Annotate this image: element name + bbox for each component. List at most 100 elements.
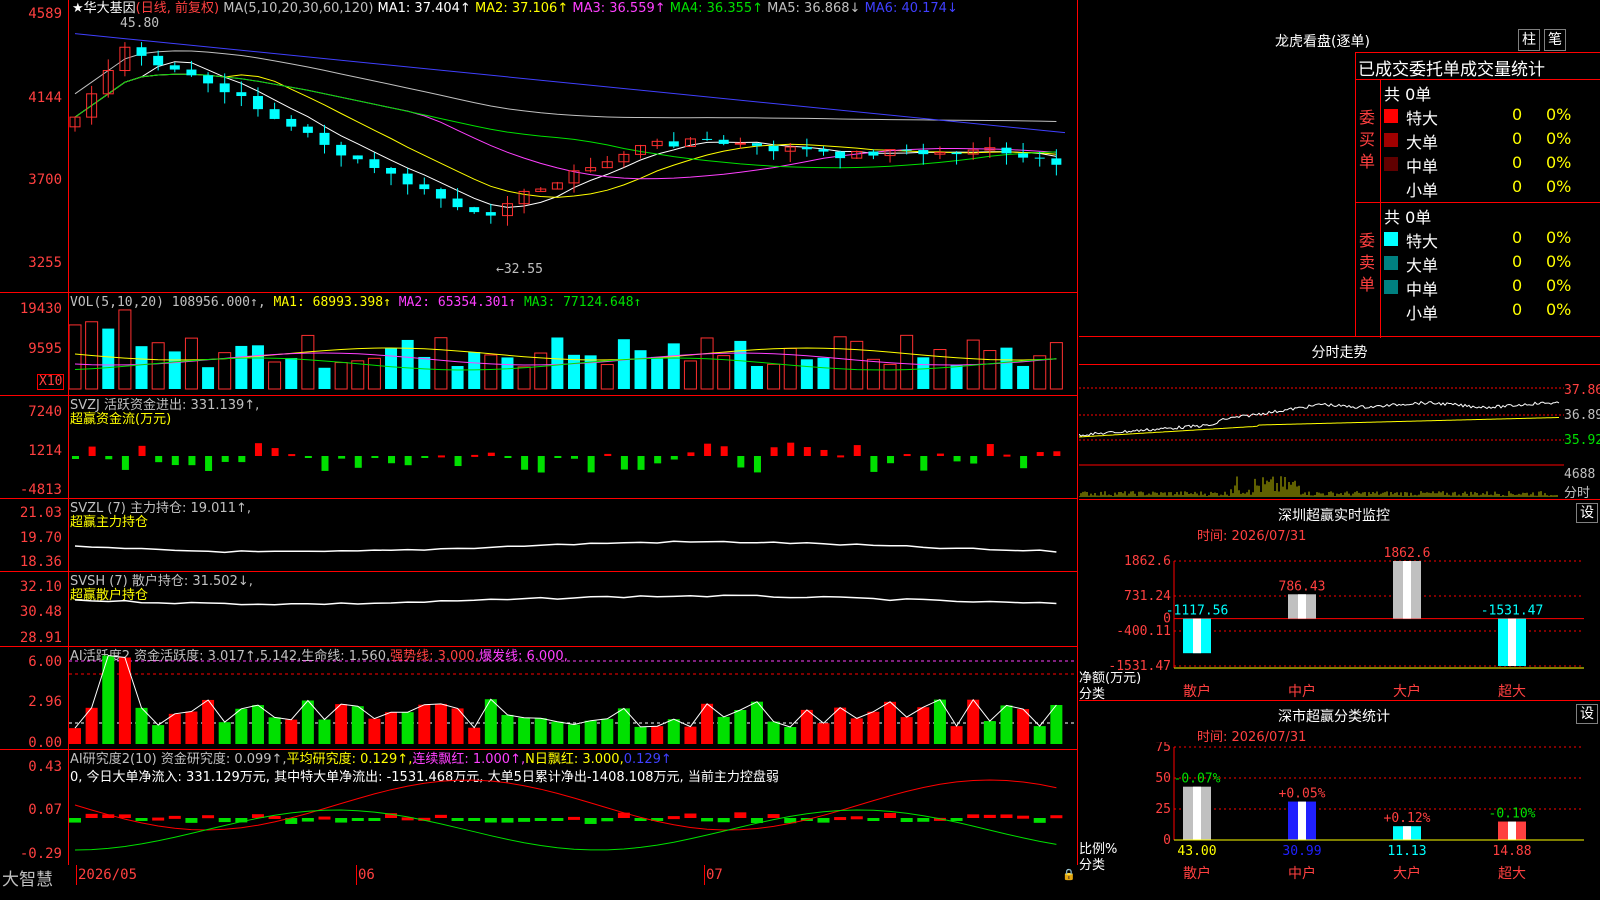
flow-bar	[205, 456, 213, 471]
volume-bar	[351, 360, 365, 390]
order-row-label: 特大	[1406, 232, 1439, 251]
volume-bar	[734, 340, 747, 389]
research-bar	[917, 818, 930, 822]
sz-stats-bar-highlight	[1403, 826, 1411, 840]
flow-bar	[437, 455, 445, 458]
research-bar	[351, 818, 364, 821]
volume-bar	[750, 365, 763, 389]
flow-bar	[171, 456, 179, 466]
dragon-tiger-title: 龙虎看盘(逐单)	[1275, 34, 1370, 50]
candle-body	[734, 142, 746, 145]
volume-bar	[501, 357, 514, 389]
activity-bar	[468, 727, 481, 744]
research-bar	[501, 818, 514, 823]
order-row-pct: 0%	[1546, 276, 1572, 295]
research-bar	[152, 817, 165, 821]
ai-research-panel[interactable]: AI研究度2(10) 资金研究度: 0.099↑,平均研究度: 0.129↑,连…	[0, 750, 1078, 863]
candle-body	[1051, 158, 1062, 165]
y-tick: 28.91	[19, 630, 62, 646]
intraday-y-label: 37.86	[1564, 383, 1600, 398]
order-row-count: 0	[1512, 252, 1523, 271]
candle-body	[718, 139, 729, 144]
volume-panel[interactable]: VOL(5,10,20) 108956.000↑, MA1: 68993.398…	[0, 293, 1078, 396]
activity-bar	[501, 714, 514, 744]
flow-bar	[155, 456, 163, 463]
research-bar	[368, 818, 381, 821]
sz-monitor-y-tick: 1862.6	[1124, 554, 1171, 569]
holding-line	[74, 594, 1057, 606]
sz-monitor-bar-label: -1117.56	[1166, 604, 1229, 619]
research-bar	[218, 818, 231, 823]
sz-stats-title: 深市超赢分类统计	[1278, 709, 1390, 725]
sz-monitor-panel[interactable]: 深圳超赢实时监控 设 时间: 2026/07/31 净额(万元) 分类 1862…	[1079, 501, 1600, 702]
bar-mode-button[interactable]: 柱	[1518, 29, 1540, 51]
candle-body	[452, 198, 463, 208]
order-row-count: 0	[1512, 129, 1523, 148]
flow-bar	[986, 444, 994, 456]
y-tick: 1214	[28, 443, 62, 459]
intraday-chart[interactable]	[1079, 365, 1564, 500]
sz-monitor-bar-highlight	[1403, 561, 1411, 619]
volume-bar	[301, 334, 315, 390]
volume-bar	[983, 350, 997, 390]
ma-line	[74, 73, 1057, 198]
lock-icon[interactable]: 🔒	[1062, 868, 1076, 881]
sz-stats-value: 11.13	[1387, 844, 1426, 859]
dragon-tiger-panel[interactable]: 龙虎看盘(逐单) 柱 笔 已成交委托单成交量统计 委买单 委卖单 共 0单 共 …	[1079, 0, 1600, 338]
flow-bar	[1020, 456, 1028, 469]
sz-stats-change: -0.10%	[1489, 807, 1536, 822]
candlestick-chart[interactable]	[69, 18, 1077, 292]
svsh-line	[74, 594, 1057, 606]
order-row-label: 大单	[1406, 133, 1439, 152]
activity-bar	[867, 711, 880, 744]
activity-bar	[684, 726, 697, 744]
flow-bar	[654, 456, 662, 464]
y-tick: 19.70	[19, 530, 62, 546]
main-chart-area[interactable]: ★华大基因(日线, 前复权) MA(5,10,20,30,60,120) MA1…	[0, 0, 1078, 865]
research-bar	[867, 818, 880, 821]
flow-bar	[753, 456, 761, 473]
sz-stats-value: 30.99	[1282, 844, 1321, 859]
sz-stats-panel[interactable]: 深市超赢分类统计 设 时间: 2026/07/31 比例% 分类 75 50 25 0…	[1079, 702, 1600, 900]
flow-bar	[338, 456, 346, 459]
sz-stats-settings-button[interactable]: 设	[1576, 704, 1598, 724]
research-bar	[1000, 814, 1013, 818]
volume-bar	[683, 360, 697, 390]
y-tick: 7240	[28, 404, 62, 420]
ma-label: MA(5,10,20,30,60,120)	[223, 1, 374, 16]
intraday-panel[interactable]: 分时走势 37.86 36.89 35.92 4688 分时	[1079, 338, 1600, 501]
order-row-count: 0	[1512, 300, 1523, 319]
x-tick-line	[356, 865, 357, 885]
tick-mode-button[interactable]: 笔	[1544, 29, 1566, 51]
research-bar	[568, 816, 580, 820]
svsh-panel[interactable]: SVSH (7) 散户持仓: 31.502↓, 超赢散户持仓 32.10 30.…	[0, 572, 1078, 647]
svzj-panel[interactable]: SVZJ 活跃资金进出: 331.139↑, 超赢资金流(万元) 7240 12…	[0, 396, 1078, 499]
x-tick-line	[704, 865, 705, 885]
candle-panel[interactable]: ★华大基因(日线, 前复权) MA(5,10,20,30,60,120) MA1…	[0, 0, 1078, 865]
svzl-panel[interactable]: SVZL (7) 主力持仓: 19.011↑, 超赢主力持仓 21.03 19.…	[0, 499, 1078, 572]
candle-body	[352, 155, 363, 160]
volume-bar	[102, 328, 115, 389]
research-bar	[202, 815, 215, 819]
volume-bar	[385, 348, 398, 389]
candle-body	[336, 144, 347, 156]
order-row: 中单 0 0%	[1384, 276, 1599, 299]
activity-bar	[667, 719, 680, 744]
candle-body	[835, 151, 846, 159]
activity-bar	[584, 720, 597, 744]
color-swatch	[1384, 304, 1398, 318]
research-bar	[518, 818, 531, 822]
sz-monitor-settings-button[interactable]: 设	[1576, 503, 1598, 523]
svzl-line	[74, 540, 1057, 554]
candle-body	[901, 149, 912, 151]
y-tick: 18.36	[19, 554, 62, 570]
flow-bar	[887, 456, 895, 464]
volume-bar	[883, 363, 897, 390]
candle-body	[402, 173, 413, 185]
research-bar	[767, 814, 780, 818]
activity-bar	[601, 718, 614, 744]
sz-stats-category: 超大	[1498, 866, 1526, 882]
color-swatch	[1384, 181, 1398, 195]
order-row: 中单 0 0%	[1384, 153, 1599, 176]
ai-active-panel[interactable]: AI活跃度2 资金活跃度: 3.017↑,5.142,生命线: 1.560,强势…	[0, 647, 1078, 751]
